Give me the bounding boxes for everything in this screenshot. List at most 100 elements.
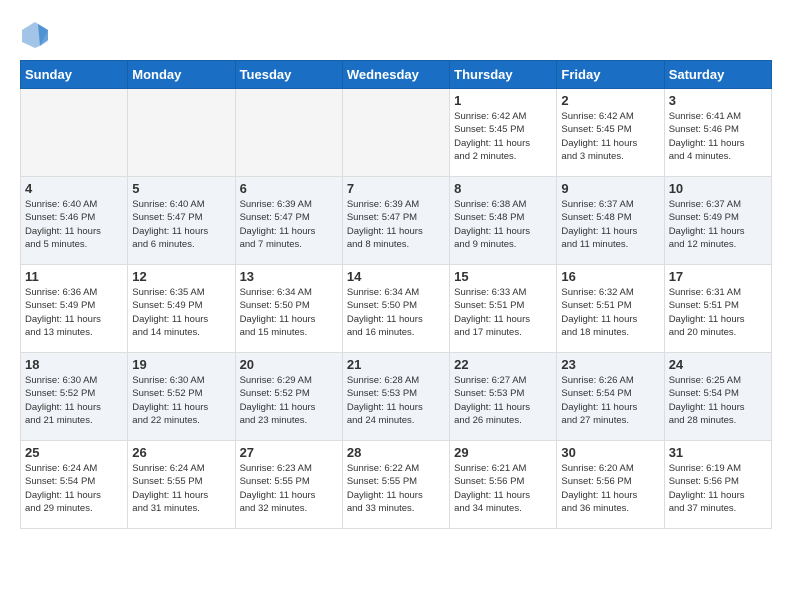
day-info: Sunrise: 6:21 AMSunset: 5:56 PMDaylight:… <box>454 462 552 515</box>
day-number: 18 <box>25 357 123 372</box>
day-number: 4 <box>25 181 123 196</box>
day-info: Sunrise: 6:40 AMSunset: 5:47 PMDaylight:… <box>132 198 230 251</box>
day-info: Sunrise: 6:30 AMSunset: 5:52 PMDaylight:… <box>25 374 123 427</box>
calendar-cell <box>342 89 449 177</box>
day-info: Sunrise: 6:34 AMSunset: 5:50 PMDaylight:… <box>347 286 445 339</box>
day-info: Sunrise: 6:31 AMSunset: 5:51 PMDaylight:… <box>669 286 767 339</box>
day-number: 15 <box>454 269 552 284</box>
day-number: 31 <box>669 445 767 460</box>
day-number: 14 <box>347 269 445 284</box>
day-number: 29 <box>454 445 552 460</box>
weekday-header-monday: Monday <box>128 61 235 89</box>
day-number: 16 <box>561 269 659 284</box>
day-info: Sunrise: 6:20 AMSunset: 5:56 PMDaylight:… <box>561 462 659 515</box>
day-info: Sunrise: 6:34 AMSunset: 5:50 PMDaylight:… <box>240 286 338 339</box>
calendar-cell <box>128 89 235 177</box>
calendar-cell: 28 Sunrise: 6:22 AMSunset: 5:55 PMDayligh… <box>342 441 449 529</box>
day-info: Sunrise: 6:25 AMSunset: 5:54 PMDaylight:… <box>669 374 767 427</box>
calendar-cell: 21Sunrise: 6:28 AMSunset: 5:53 PMDayligh… <box>342 353 449 441</box>
day-number: 30 <box>561 445 659 460</box>
calendar-table: SundayMondayTuesdayWednesdayThursdayFrid… <box>20 60 772 529</box>
weekday-header-tuesday: Tuesday <box>235 61 342 89</box>
day-number: 25 <box>25 445 123 460</box>
calendar-cell: 25 Sunrise: 6:24 AMSunset: 5:54 PMDayligh… <box>21 441 128 529</box>
calendar-cell <box>21 89 128 177</box>
day-number: 27 <box>240 445 338 460</box>
calendar-cell: 17 Sunrise: 6:31 AMSunset: 5:51 PMDayligh… <box>664 265 771 353</box>
day-info: Sunrise: 6:38 AMSunset: 5:48 PMDaylight:… <box>454 198 552 251</box>
calendar-cell: 20 Sunrise: 6:29 AMSunset: 5:52 PMDayligh… <box>235 353 342 441</box>
calendar-week-row: 11Sunrise: 6:36 AMSunset: 5:49 PMDayligh… <box>21 265 772 353</box>
calendar-cell: 23Sunrise: 6:26 AMSunset: 5:54 PMDayligh… <box>557 353 664 441</box>
weekday-header-wednesday: Wednesday <box>342 61 449 89</box>
calendar-cell: 19Sunrise: 6:30 AMSunset: 5:52 PMDayligh… <box>128 353 235 441</box>
day-info: Sunrise: 6:30 AMSunset: 5:52 PMDaylight:… <box>132 374 230 427</box>
calendar-cell: 18 Sunrise: 6:30 AMSunset: 5:52 PMDayligh… <box>21 353 128 441</box>
calendar-cell: 27 Sunrise: 6:23 AMSunset: 5:55 PMDayligh… <box>235 441 342 529</box>
day-info: Sunrise: 6:24 AMSunset: 5:54 PMDaylight:… <box>25 462 123 515</box>
calendar-cell: 7Sunrise: 6:39 AMSunset: 5:47 PMDaylight… <box>342 177 449 265</box>
day-info: Sunrise: 6:27 AMSunset: 5:53 PMDaylight:… <box>454 374 552 427</box>
calendar-cell: 10 Sunrise: 6:37 AMSunset: 5:49 PMDayligh… <box>664 177 771 265</box>
day-info: Sunrise: 6:28 AMSunset: 5:53 PMDaylight:… <box>347 374 445 427</box>
day-number: 22 <box>454 357 552 372</box>
weekday-header-saturday: Saturday <box>664 61 771 89</box>
logo <box>20 20 54 50</box>
calendar-cell: 11Sunrise: 6:36 AMSunset: 5:49 PMDayligh… <box>21 265 128 353</box>
weekday-header-friday: Friday <box>557 61 664 89</box>
day-info: Sunrise: 6:41 AMSunset: 5:46 PMDaylight:… <box>669 110 767 163</box>
calendar-cell: 29 Sunrise: 6:21 AMSunset: 5:56 PMDayligh… <box>450 441 557 529</box>
day-number: 8 <box>454 181 552 196</box>
day-info: Sunrise: 6:33 AMSunset: 5:51 PMDaylight:… <box>454 286 552 339</box>
day-number: 11 <box>25 269 123 284</box>
day-number: 3 <box>669 93 767 108</box>
day-info: Sunrise: 6:37 AMSunset: 5:48 PMDaylight:… <box>561 198 659 251</box>
calendar-week-row: 1 Sunrise: 6:42 AMSunset: 5:45 PMDaylight… <box>21 89 772 177</box>
calendar-cell: 2 Sunrise: 6:42 AMSunset: 5:45 PMDaylight… <box>557 89 664 177</box>
calendar-cell: 22 Sunrise: 6:27 AMSunset: 5:53 PMDayligh… <box>450 353 557 441</box>
day-number: 26 <box>132 445 230 460</box>
calendar-cell: 5Sunrise: 6:40 AMSunset: 5:47 PMDaylight… <box>128 177 235 265</box>
day-number: 10 <box>669 181 767 196</box>
day-number: 17 <box>669 269 767 284</box>
calendar-cell: 16 Sunrise: 6:32 AMSunset: 5:51 PMDayligh… <box>557 265 664 353</box>
day-info: Sunrise: 6:32 AMSunset: 5:51 PMDaylight:… <box>561 286 659 339</box>
calendar-cell: 4 Sunrise: 6:40 AMSunset: 5:46 PMDaylight… <box>21 177 128 265</box>
day-number: 28 <box>347 445 445 460</box>
day-info: Sunrise: 6:24 AMSunset: 5:55 PMDaylight:… <box>132 462 230 515</box>
day-info: Sunrise: 6:42 AMSunset: 5:45 PMDaylight:… <box>561 110 659 163</box>
day-number: 9 <box>561 181 659 196</box>
day-info: Sunrise: 6:29 AMSunset: 5:52 PMDaylight:… <box>240 374 338 427</box>
calendar-cell: 31Sunrise: 6:19 AMSunset: 5:56 PMDayligh… <box>664 441 771 529</box>
calendar-week-row: 4 Sunrise: 6:40 AMSunset: 5:46 PMDaylight… <box>21 177 772 265</box>
day-info: Sunrise: 6:35 AMSunset: 5:49 PMDaylight:… <box>132 286 230 339</box>
day-info: Sunrise: 6:23 AMSunset: 5:55 PMDaylight:… <box>240 462 338 515</box>
day-info: Sunrise: 6:39 AMSunset: 5:47 PMDaylight:… <box>240 198 338 251</box>
weekday-header-sunday: Sunday <box>21 61 128 89</box>
calendar-cell: 6Sunrise: 6:39 AMSunset: 5:47 PMDaylight… <box>235 177 342 265</box>
day-info: Sunrise: 6:22 AMSunset: 5:55 PMDaylight:… <box>347 462 445 515</box>
calendar-cell: 13 Sunrise: 6:34 AMSunset: 5:50 PMDayligh… <box>235 265 342 353</box>
weekday-header-thursday: Thursday <box>450 61 557 89</box>
calendar-week-row: 25 Sunrise: 6:24 AMSunset: 5:54 PMDayligh… <box>21 441 772 529</box>
calendar-cell: 14 Sunrise: 6:34 AMSunset: 5:50 PMDayligh… <box>342 265 449 353</box>
day-info: Sunrise: 6:40 AMSunset: 5:46 PMDaylight:… <box>25 198 123 251</box>
calendar-cell: 8 Sunrise: 6:38 AMSunset: 5:48 PMDaylight… <box>450 177 557 265</box>
day-number: 1 <box>454 93 552 108</box>
calendar-cell: 15 Sunrise: 6:33 AMSunset: 5:51 PMDayligh… <box>450 265 557 353</box>
day-info: Sunrise: 6:42 AMSunset: 5:45 PMDaylight:… <box>454 110 552 163</box>
day-number: 2 <box>561 93 659 108</box>
calendar-cell: 24 Sunrise: 6:25 AMSunset: 5:54 PMDayligh… <box>664 353 771 441</box>
calendar-cell: 30 Sunrise: 6:20 AMSunset: 5:56 PMDayligh… <box>557 441 664 529</box>
page-header <box>20 20 772 50</box>
day-number: 24 <box>669 357 767 372</box>
logo-icon <box>20 20 50 50</box>
day-info: Sunrise: 6:39 AMSunset: 5:47 PMDaylight:… <box>347 198 445 251</box>
day-number: 13 <box>240 269 338 284</box>
day-number: 23 <box>561 357 659 372</box>
day-number: 12 <box>132 269 230 284</box>
calendar-cell: 9 Sunrise: 6:37 AMSunset: 5:48 PMDaylight… <box>557 177 664 265</box>
day-info: Sunrise: 6:37 AMSunset: 5:49 PMDaylight:… <box>669 198 767 251</box>
calendar-cell: 3 Sunrise: 6:41 AMSunset: 5:46 PMDaylight… <box>664 89 771 177</box>
day-number: 20 <box>240 357 338 372</box>
